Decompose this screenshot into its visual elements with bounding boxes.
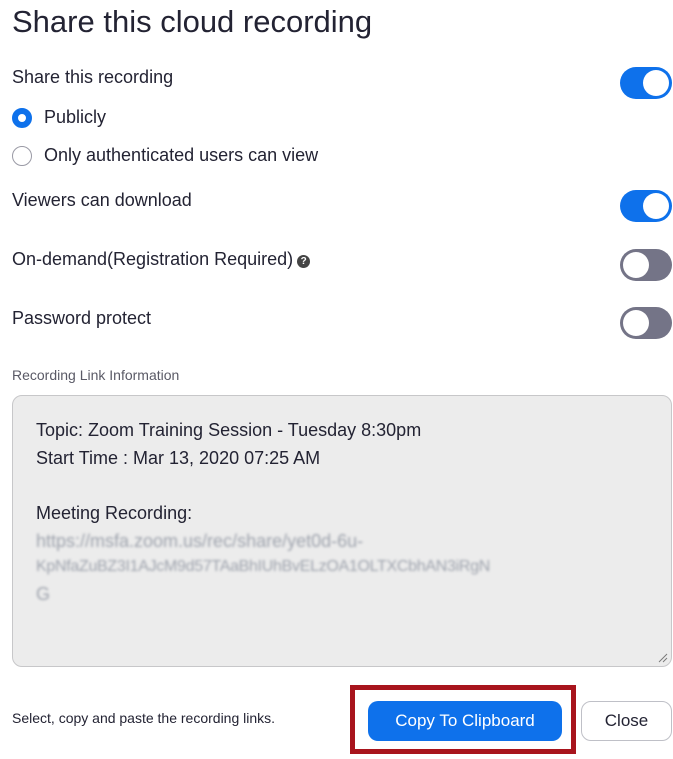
toggle-knob	[623, 310, 649, 336]
radio-authenticated-label[interactable]: Only authenticated users can view	[44, 145, 318, 166]
password-protect-label: Password protect	[12, 308, 152, 328]
question-help-icon[interactable]: ?	[297, 255, 311, 268]
on-demand-label: On-demand(Registration Required)	[12, 249, 294, 269]
radio-publicly-label[interactable]: Publicly	[44, 107, 106, 128]
toggle-knob	[623, 252, 649, 278]
password-protect-toggle[interactable]	[620, 307, 672, 339]
recording-url-line-3: G	[36, 584, 51, 604]
radio-publicly[interactable]	[12, 108, 32, 128]
recording-link-textarea[interactable]: Topic: Zoom Training Session - Tuesday 8…	[12, 395, 672, 667]
resize-handle-icon[interactable]	[657, 652, 668, 663]
share-recording-label: Share this recording	[12, 67, 174, 87]
meeting-recording-label: Meeting Recording:	[36, 503, 193, 523]
recording-url-line-1: https://msfa.zoom.us/rec/share/yet0d-6u-	[36, 531, 364, 551]
viewers-download-toggle[interactable]	[620, 190, 672, 222]
on-demand-row: On-demand(Registration Required)?	[12, 249, 311, 270]
radio-authenticated[interactable]	[12, 146, 32, 166]
highlight-box	[350, 685, 576, 754]
topic-line: Topic: Zoom Training Session - Tuesday 8…	[36, 420, 422, 440]
close-button[interactable]: Close	[581, 701, 672, 741]
footer-instruction: Select, copy and paste the recording lin…	[12, 710, 276, 726]
viewers-download-label: Viewers can download	[12, 190, 192, 210]
on-demand-toggle[interactable]	[620, 249, 672, 281]
share-recording-toggle[interactable]	[620, 67, 672, 99]
toggle-knob	[643, 193, 669, 219]
recording-link-info-label: Recording Link Information	[12, 367, 180, 383]
toggle-knob	[643, 70, 669, 96]
dialog-title: Share this cloud recording	[12, 4, 373, 39]
start-time-line: Start Time : Mar 13, 2020 07:25 AM	[36, 448, 321, 468]
recording-url-line-2: KpNfaZuBZ3I1AJcM9d57TAaBhIUhBvELzOA1OLTX…	[36, 558, 490, 575]
